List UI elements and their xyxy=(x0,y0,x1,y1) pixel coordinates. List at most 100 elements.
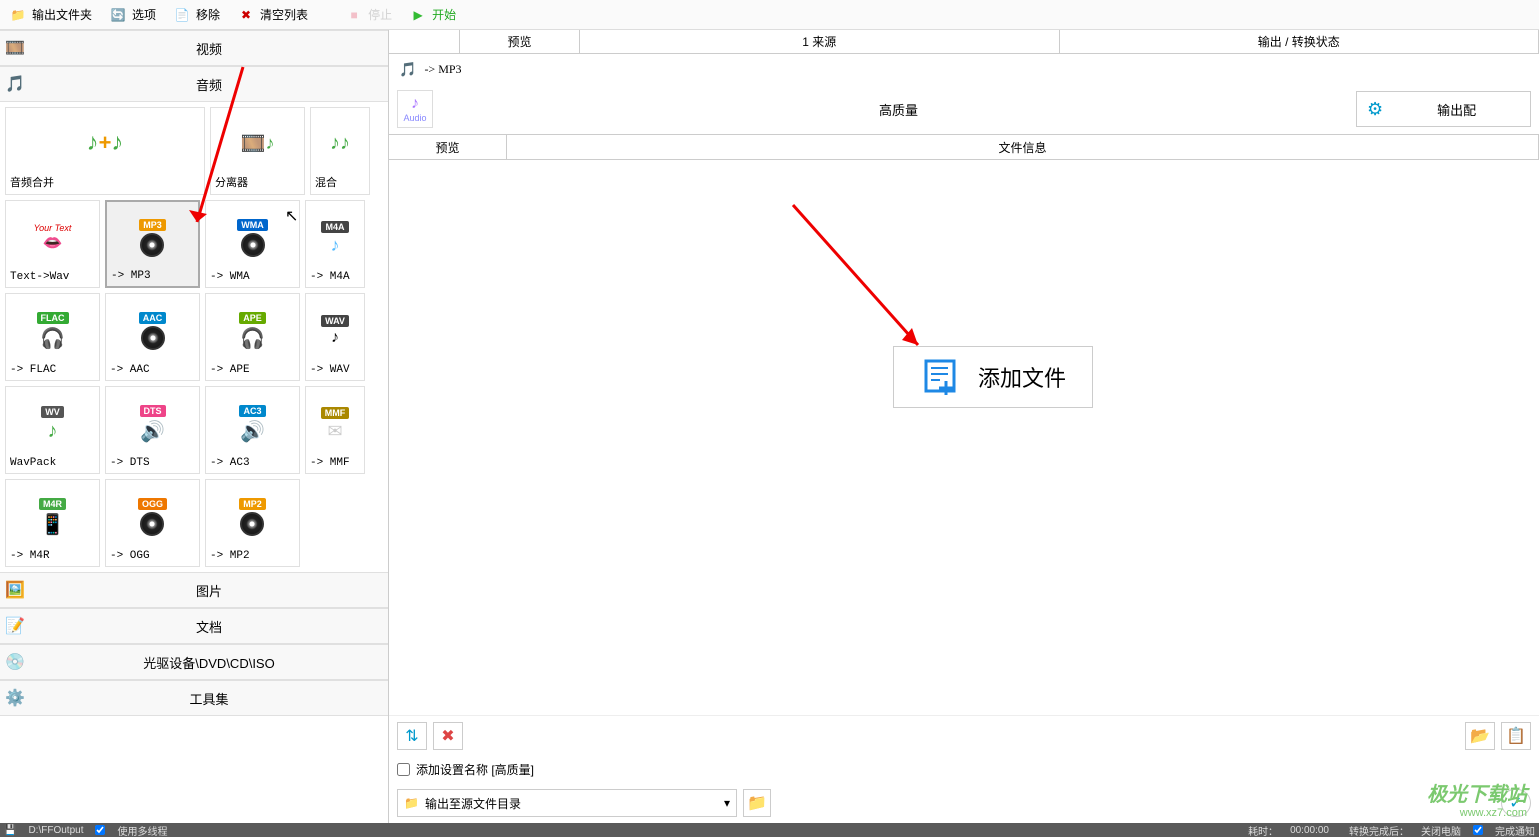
notify-checkbox[interactable] xyxy=(1473,825,1483,835)
category-optical-label: 光驱设备\DVD\CD\ISO xyxy=(30,653,388,672)
format-icon: 🎵 xyxy=(399,61,416,78)
notify-label: 完成通知 xyxy=(1495,823,1535,838)
category-tools[interactable]: ⚙️ 工具集 xyxy=(0,680,388,716)
tile-m4r[interactable]: M4R📱 -> M4R xyxy=(5,479,100,567)
drop-area[interactable]: 添加文件 xyxy=(389,160,1539,715)
tile-label: 分离器 xyxy=(213,174,248,190)
badge: APE xyxy=(239,312,266,324)
clear-list-button[interactable]: ✖ 清空列表 xyxy=(228,3,316,27)
options-button[interactable]: 🔄 选项 xyxy=(100,3,164,27)
category-video-label: 视频 xyxy=(30,39,388,58)
format-path-label: -> MP3 xyxy=(424,62,461,77)
tile-flac[interactable]: FLAC🎧 -> FLAC xyxy=(5,293,100,381)
tile-wav[interactable]: WAV♪ -> WAV xyxy=(305,293,365,381)
badge: FLAC xyxy=(37,312,69,324)
tile-ape[interactable]: APE🎧 -> APE xyxy=(205,293,300,381)
output-folder-button[interactable]: 📁 输出文件夹 xyxy=(0,3,100,27)
disk-icon xyxy=(140,233,164,257)
disk-icon xyxy=(241,233,265,257)
output-destination-select[interactable]: 📁 输出至源文件目录 ▾ xyxy=(397,789,737,817)
format-bar: 🎵 -> MP3 xyxy=(389,54,1539,84)
content-area: 预览 1 来源 输出 / 转换状态 🎵 -> MP3 ♪ Audio 高质量 ⚙… xyxy=(389,30,1539,823)
after-action: 关闭电脑 xyxy=(1421,823,1461,838)
add-file-button[interactable]: 添加文件 xyxy=(893,346,1093,408)
tab-source-label: 1 来源 xyxy=(802,33,836,50)
output-dest-label: 输出至源文件目录 xyxy=(425,795,521,812)
tile-label: 混合 xyxy=(313,174,337,190)
subtab-preview[interactable]: 预览 xyxy=(389,135,507,159)
chevron-down-icon: ▾ xyxy=(724,796,730,810)
category-optical[interactable]: 💿 光驱设备\DVD\CD\ISO xyxy=(0,644,388,680)
tab-preview[interactable]: 预览 xyxy=(459,30,579,53)
badge: MMF xyxy=(321,407,350,419)
subtab-file-info[interactable]: 文件信息 xyxy=(507,135,1539,159)
tile-mmf[interactable]: MMF✉ -> MMF xyxy=(305,386,365,474)
options-label: 选项 xyxy=(132,6,156,23)
tile-wavpack[interactable]: WV♪ WavPack xyxy=(5,386,100,474)
tile-m4a[interactable]: M4A♪ -> M4A xyxy=(305,200,365,288)
tile-audio-merge[interactable]: ♪+♪ 音频合并 xyxy=(5,107,205,195)
audio-badge: ♪ Audio xyxy=(397,90,433,128)
category-document[interactable]: 📝 文档 xyxy=(0,608,388,644)
stop-icon: ■ xyxy=(344,5,364,25)
sidebar: 🎞️ 视频 🎵 音频 ♪+♪ 音频合并 🎞️♪ 分离器 ♪♪ 混合 Your T… xyxy=(0,30,389,823)
main-toolbar: 📁 输出文件夹 🔄 选项 📄 移除 ✖ 清空列表 ■ 停止 ▶ 开始 xyxy=(0,0,1539,30)
settings-row: 添加设置名称 [高质量] xyxy=(389,755,1539,783)
badge: MP3 xyxy=(139,219,166,231)
tile-label: -> M4R xyxy=(8,550,50,562)
tile-ogg[interactable]: OGG -> OGG xyxy=(105,479,200,567)
output-folder-label: 输出文件夹 xyxy=(32,6,92,23)
tab-bar: 预览 1 来源 输出 / 转换状态 xyxy=(389,30,1539,54)
browse-folder-button[interactable]: 📁 xyxy=(743,789,771,817)
options-icon: 🔄 xyxy=(108,5,128,25)
tile-mp2[interactable]: MP2 -> MP2 xyxy=(205,479,300,567)
open-folder-button[interactable]: 📂 xyxy=(1465,722,1495,750)
category-document-label: 文档 xyxy=(30,617,388,636)
remove-icon: 📄 xyxy=(172,5,192,25)
tile-mix[interactable]: ♪♪ 混合 xyxy=(310,107,370,195)
category-image[interactable]: 🖼️ 图片 xyxy=(0,572,388,608)
stop-button[interactable]: ■ 停止 xyxy=(336,3,400,27)
category-video[interactable]: 🎞️ 视频 xyxy=(0,30,388,66)
add-file-icon xyxy=(920,357,960,397)
output-row: 📁 输出至源文件目录 ▾ 📁 ✓ xyxy=(389,783,1539,823)
confirm-button[interactable]: ✓ xyxy=(1501,789,1531,817)
tab-output-status[interactable]: 输出 / 转换状态 xyxy=(1059,30,1539,53)
elapsed-label: 耗时： xyxy=(1248,823,1278,838)
multithread-checkbox[interactable] xyxy=(95,825,105,835)
tile-label: -> DTS xyxy=(108,457,150,469)
tile-splitter[interactable]: 🎞️♪ 分离器 xyxy=(210,107,305,195)
elapsed-time: 00:00:00 xyxy=(1290,825,1329,836)
after-label: 转换完成后： xyxy=(1349,823,1409,838)
remove-label: 移除 xyxy=(196,6,220,23)
folder-small-icon: 📁 xyxy=(404,796,419,810)
disc-icon: 💿 xyxy=(0,652,30,672)
tile-ac3[interactable]: AC3🔊 -> AC3 xyxy=(205,386,300,474)
add-settings-checkbox[interactable] xyxy=(397,763,410,776)
output-config-label: 输出配 xyxy=(1393,100,1520,119)
badge: AAC xyxy=(139,312,167,324)
tile-text-wav[interactable]: Your Text👄 Text->Wav xyxy=(5,200,100,288)
badge: MP2 xyxy=(239,498,266,510)
tab-preview-label: 预览 xyxy=(507,33,531,50)
tile-label: -> M4A xyxy=(308,271,350,283)
image-icon: 🖼️ xyxy=(0,580,30,600)
tile-dts[interactable]: DTS🔊 -> DTS xyxy=(105,386,200,474)
audio-badge-label: Audio xyxy=(403,113,426,123)
tab-source[interactable]: 1 来源 xyxy=(579,30,1059,53)
sort-button[interactable]: ⇅ xyxy=(397,722,427,750)
tile-label: -> AC3 xyxy=(208,457,250,469)
delete-button[interactable]: ✖ xyxy=(433,722,463,750)
badge: OGG xyxy=(138,498,167,510)
format-grid: ♪+♪ 音频合并 🎞️♪ 分离器 ♪♪ 混合 Your Text👄 Text->… xyxy=(0,102,388,572)
tools-icon: ⚙️ xyxy=(0,688,30,708)
tile-mp3[interactable]: MP3 -> MP3 xyxy=(105,200,200,288)
tile-aac[interactable]: AAC -> AAC xyxy=(105,293,200,381)
list-add-button[interactable]: 📋 xyxy=(1501,722,1531,750)
start-button[interactable]: ▶ 开始 xyxy=(400,3,464,27)
remove-button[interactable]: 📄 移除 xyxy=(164,3,228,27)
output-config-button[interactable]: ⚙ 输出配 xyxy=(1356,91,1531,127)
disk-small-icon: 💾 xyxy=(4,825,16,836)
category-audio[interactable]: 🎵 音频 xyxy=(0,66,388,102)
tile-wma[interactable]: WMA -> WMA xyxy=(205,200,300,288)
